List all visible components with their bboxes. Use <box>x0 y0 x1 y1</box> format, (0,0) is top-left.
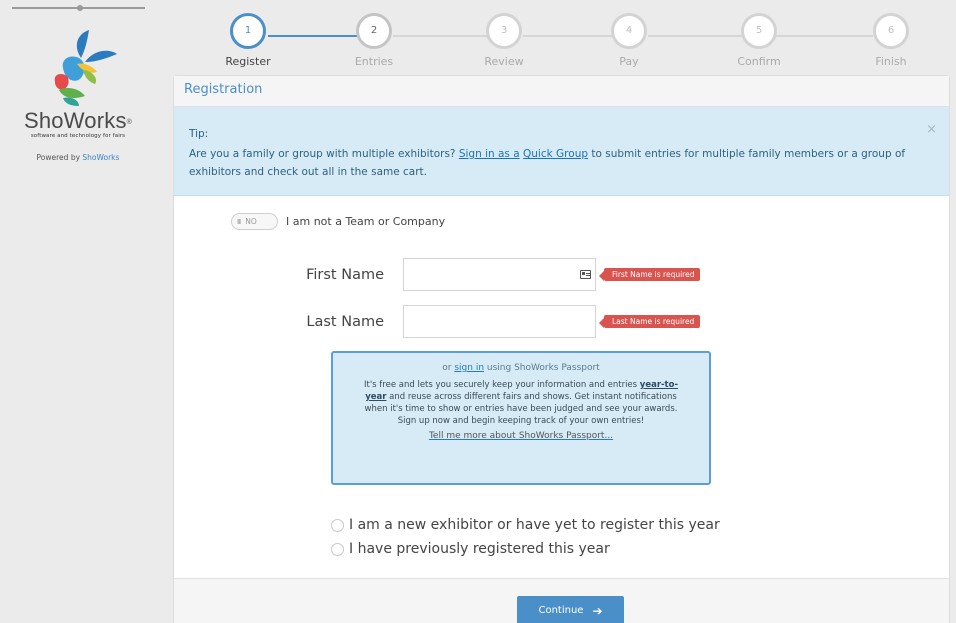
step-label: Entries <box>354 55 394 68</box>
passport-signin-line: or sign in using ShoWorks Passport <box>442 363 600 373</box>
step-entries[interactable]: 2 Entries <box>319 13 429 68</box>
passport-info-box: or sign in using ShoWorks Passport It's … <box>331 351 711 485</box>
continue-button[interactable]: Continue ➔ <box>517 596 624 623</box>
brand-name: ShoWorks® <box>23 108 133 133</box>
step-confirm[interactable]: 5 Confirm <box>704 13 814 68</box>
step-review[interactable]: 3 Review <box>449 13 559 68</box>
step-label: Confirm <box>737 55 781 68</box>
slider-knob <box>77 5 83 11</box>
passport-more-link[interactable]: Tell me more about ShoWorks Passport... <box>363 430 679 442</box>
toggle-state: NO <box>245 217 257 226</box>
step-label: Pay <box>619 55 639 68</box>
new-exhibitor-radio[interactable] <box>331 518 344 532</box>
previously-registered-label: I have previously registered this year <box>349 541 610 557</box>
new-exhibitor-label: I am a new exhibitor or have yet to regi… <box>349 517 720 533</box>
step-label: Finish <box>875 55 907 68</box>
last-name-field[interactable] <box>403 305 596 338</box>
top-slider-line <box>12 5 145 11</box>
first-name-label: First Name <box>306 266 384 283</box>
tip-alert: Tip: Are you a family or group with mult… <box>174 107 949 196</box>
quick-group-link[interactable]: Quick Group <box>523 148 588 160</box>
tip-text-a: Are you a family or group with multiple … <box>189 148 456 160</box>
passport-description: It's free and lets you securely keep you… <box>364 380 678 426</box>
step-label: Review <box>484 55 524 68</box>
first-name-field[interactable] <box>403 258 596 291</box>
tip-title: Tip: <box>189 128 209 140</box>
powered-by: Powered by ShoWorks <box>36 153 120 162</box>
step-number: 4 <box>611 13 647 49</box>
registration-panel: Registration Tip: Are you a family or gr… <box>173 75 950 623</box>
step-number: 5 <box>741 13 777 49</box>
team-toggle[interactable]: III NO <box>231 213 278 230</box>
close-icon[interactable]: × <box>926 121 937 139</box>
team-toggle-label: I am not a Team or Company <box>286 215 446 228</box>
showorks-rabbit-logo <box>54 30 117 106</box>
progress-stepper: 1 Register 2 Entries 3 Review 4 Pay 5 Co… <box>173 13 950 73</box>
previously-registered-radio[interactable] <box>331 542 344 556</box>
step-pay[interactable]: 4 Pay <box>574 13 684 68</box>
panel-title: Registration <box>174 76 949 107</box>
step-number: 6 <box>873 13 909 49</box>
team-toggle-row: III NO I am not a Team or Company <box>231 213 445 230</box>
sidebar: ShoWorks® software and technology for fa… <box>18 28 138 162</box>
last-name-label: Last Name <box>306 313 384 330</box>
powered-by-link[interactable]: ShoWorks <box>82 153 119 162</box>
contact-card-icon[interactable] <box>580 270 591 279</box>
passport-sign-in-link[interactable]: sign in <box>454 363 484 373</box>
last-name-error: Last Name is required <box>598 315 701 328</box>
arrow-right-icon: ➔ <box>592 603 603 618</box>
previously-registered-option[interactable]: I have previously registered this year <box>331 541 610 557</box>
first-name-error: First Name is required <box>598 268 701 281</box>
step-number: 1 <box>230 13 266 49</box>
brand-tagline: software and technology for fairs <box>30 133 126 139</box>
sign-in-link[interactable]: Sign in as a <box>459 148 520 160</box>
form-footer: Continue ➔ <box>174 578 949 623</box>
first-name-row: First Name First Name is required <box>293 258 701 291</box>
step-finish[interactable]: 6 Finish <box>836 13 946 68</box>
new-exhibitor-option[interactable]: I am a new exhibitor or have yet to regi… <box>331 517 720 533</box>
last-name-row: Last Name Last Name is required <box>293 305 701 338</box>
step-number: 3 <box>486 13 522 49</box>
grip-icon: III <box>237 217 241 226</box>
step-register[interactable]: 1 Register <box>193 13 303 68</box>
step-label: Register <box>225 55 271 68</box>
step-number: 2 <box>356 13 392 49</box>
